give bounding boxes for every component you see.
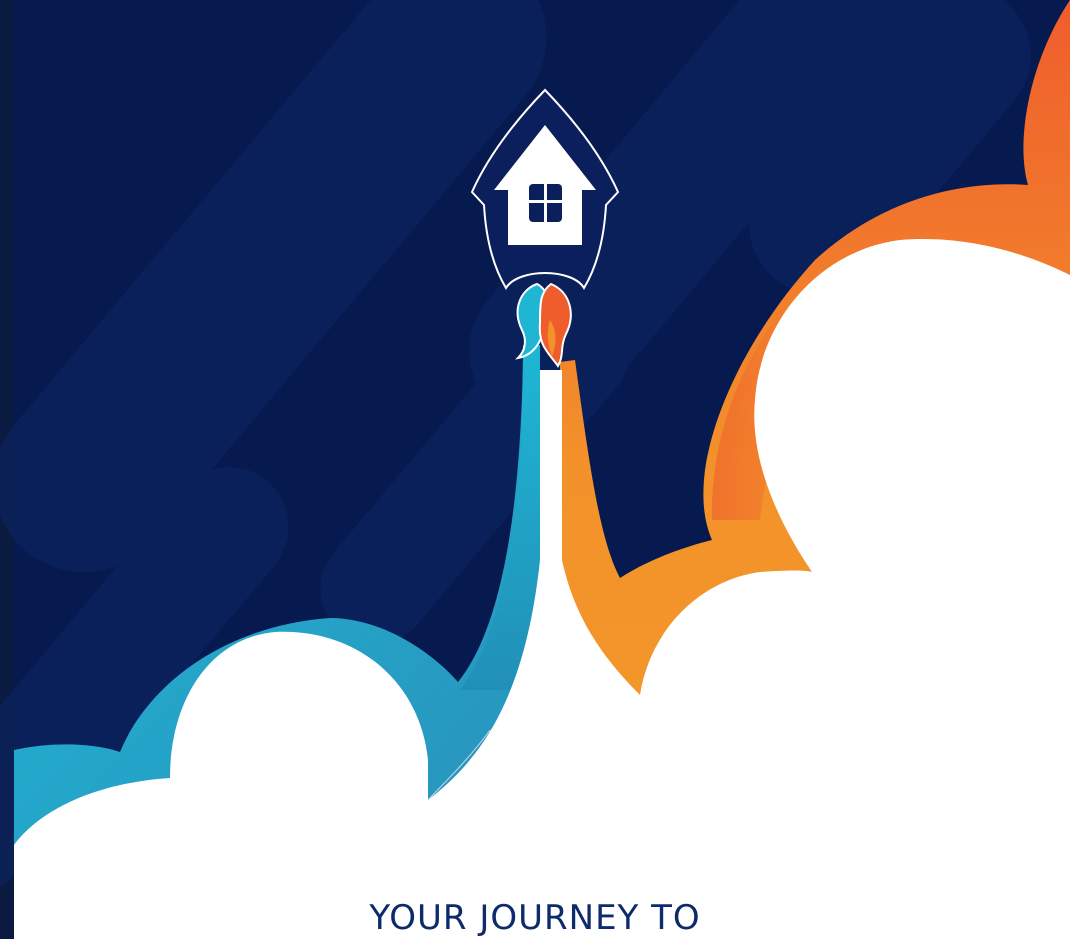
rocket-launch-artwork (0, 0, 1070, 939)
hero-illustration: YOUR JOURNEY TO (0, 0, 1070, 939)
headline: YOUR JOURNEY TO (369, 898, 701, 938)
window-icon (529, 184, 562, 222)
